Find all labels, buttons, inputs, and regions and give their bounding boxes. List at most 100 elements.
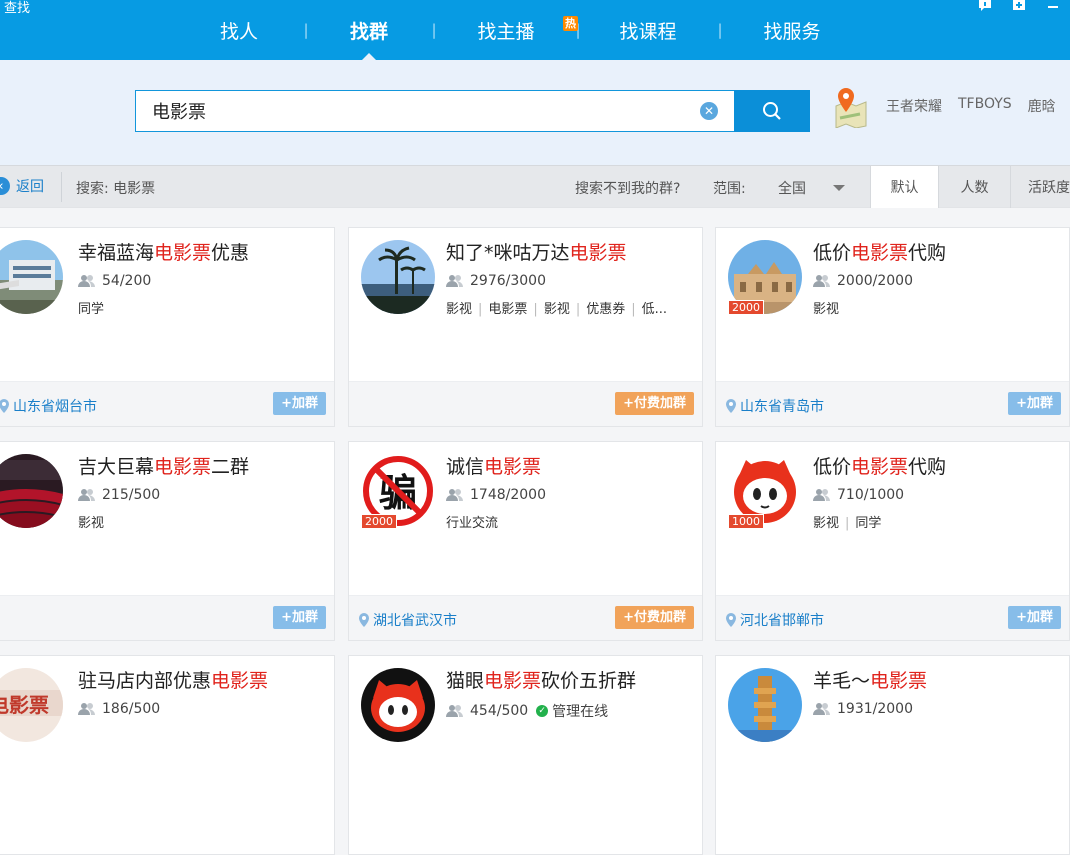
sort-tab-default[interactable]: 默认: [870, 166, 938, 208]
scope-dropdown[interactable]: 全国: [778, 178, 806, 198]
members-icon: [446, 275, 463, 287]
group-name: 低价电影票代购: [813, 456, 947, 478]
group-location: 湖北省武汉市: [359, 610, 457, 630]
join-group-button[interactable]: +加群: [273, 392, 326, 415]
hot-word[interactable]: 王者荣耀: [886, 96, 942, 116]
group-name: 幸福蓝海电影票优惠: [78, 242, 250, 264]
cant-find-link[interactable]: 搜索不到我的群?: [575, 178, 680, 198]
group-name: 低价电影票代购: [813, 242, 947, 264]
tab-divider: |: [303, 21, 309, 39]
level-badge: 1000: [728, 514, 764, 529]
group-card[interactable]: 羊毛～电影票 1931/2000: [715, 655, 1070, 855]
location-pin-icon: [726, 399, 736, 413]
tab-label: 找群: [349, 20, 388, 43]
check-icon: ✓: [536, 705, 549, 717]
group-tags: 同学: [78, 302, 105, 317]
tab-find-services[interactable]: 找服务: [742, 0, 842, 60]
tab-label: 找服务: [763, 20, 821, 43]
admin-online-status: 管理在线: [552, 704, 609, 720]
tab-find-anchors[interactable]: 找主播 热: [454, 0, 578, 60]
hot-word[interactable]: TFBOYS: [958, 96, 1012, 116]
members-icon: [446, 705, 463, 717]
feedback-icon[interactable]: [968, 0, 1002, 14]
scope-label: 范围:: [713, 181, 746, 197]
filter-bar: ‹ 返回 搜索: 电影票 搜索不到我的群? 范围: 全国 默认 人数 活跃度: [0, 165, 1070, 208]
group-name: 吉大巨幕电影票二群: [78, 456, 250, 478]
group-name: 羊毛～电影票: [813, 670, 928, 692]
group-name: 猫眼电影票砍价五折群: [446, 670, 637, 692]
top-bar: 查找 找人 | 找群 | 找主播热 | 找课程 | 找服务: [0, 0, 1070, 60]
back-arrow-icon: ‹: [0, 177, 10, 195]
members-icon: [78, 489, 95, 501]
group-tags: 行业交流: [446, 516, 499, 531]
level-badge: 2000: [361, 514, 397, 529]
member-count: 54/200: [78, 273, 151, 289]
group-card[interactable]: 知了*咪咕万达电影票 2976/3000 影视 | 电影票 | 影视 | 优惠券 | 低... …: [348, 227, 703, 427]
members-icon: [78, 275, 95, 287]
member-count: 2976/3000: [446, 273, 546, 289]
clear-icon[interactable]: ✕: [700, 102, 718, 120]
join-group-button[interactable]: +加群: [1008, 606, 1061, 629]
member-count: 1748/2000: [446, 487, 546, 503]
search-input[interactable]: [152, 91, 692, 131]
tab-label: 找人: [219, 20, 258, 43]
main-tabs: 找人 | 找群 | 找主播热 | 找课程 | 找服务: [190, 0, 842, 60]
back-button[interactable]: ‹ 返回: [0, 176, 44, 196]
group-name: 诚信电影票: [446, 456, 542, 478]
group-card[interactable]: 幸福蓝海电影票优惠 54/200 同学 山东省烟台市 +加群: [0, 227, 335, 427]
search-icon: [763, 102, 781, 120]
svg-text:电影票: 电影票: [0, 693, 49, 717]
group-name: 知了*咪咕万达电影票: [446, 242, 627, 264]
tab-find-groups[interactable]: 找群: [324, 0, 414, 60]
sort-tab-activity[interactable]: 活跃度: [1010, 166, 1070, 208]
group-tags: 影视: [78, 516, 105, 531]
group-card[interactable]: 骗 2000 诚信电影票 1748/2000 行业交流 湖北省武汉市 +付费加群: [348, 441, 703, 641]
group-card[interactable]: 1000 低价电影票代购 710/1000 影视 | 同学 河北省邯郸市 +加群: [715, 441, 1070, 641]
sort-tab-members[interactable]: 人数: [938, 166, 1010, 208]
group-avatar: [361, 668, 435, 742]
group-avatar: [0, 454, 63, 528]
search-box: ✕: [135, 90, 735, 132]
group-location: 河北省邯郸市: [726, 610, 824, 630]
tab-find-courses[interactable]: 找课程: [598, 0, 698, 60]
chevron-down-icon[interactable]: [833, 185, 845, 191]
window-title: 查找: [4, 1, 31, 16]
group-avatar: [728, 668, 802, 742]
paid-join-button[interactable]: +付费加群: [615, 392, 694, 415]
card-footer: 山东省青岛市 +加群: [716, 381, 1069, 426]
tab-label: 找主播: [477, 20, 535, 43]
group-card[interactable]: 吉大巨幕电影票二群 215/500 影视 +加群: [0, 441, 335, 641]
card-footer: +加群: [0, 595, 334, 640]
divider: [61, 172, 62, 202]
group-avatar: [0, 240, 63, 314]
group-location: 山东省青岛市: [726, 396, 824, 416]
search-summary: 搜索: 电影票: [76, 181, 156, 197]
add-window-icon[interactable]: [1002, 0, 1036, 14]
members-icon: [446, 489, 463, 501]
members-icon: [813, 703, 830, 715]
minimize-icon[interactable]: [1036, 0, 1070, 14]
group-location: 山东省烟台市: [0, 396, 97, 416]
level-badge: 2000: [728, 300, 764, 315]
group-name: 驻马店内部优惠电影票: [78, 670, 269, 692]
back-label: 返回: [16, 179, 44, 195]
map-location-icon[interactable]: [832, 84, 868, 129]
tab-find-people[interactable]: 找人: [190, 0, 288, 60]
join-group-button[interactable]: +加群: [1008, 392, 1061, 415]
paid-join-button[interactable]: +付费加群: [615, 606, 694, 629]
card-footer: 河北省邯郸市 +加群: [716, 595, 1069, 640]
members-icon: [813, 489, 830, 501]
group-card[interactable]: 2000 低价电影票代购 2000/2000 影视 山东省青岛市 +加群: [715, 227, 1070, 427]
location-pin-icon: [0, 399, 9, 413]
members-icon: [813, 275, 830, 287]
group-tags: 影视: [813, 302, 840, 317]
group-tags: 影视 | 同学: [813, 516, 882, 531]
search-button[interactable]: [734, 90, 810, 132]
tab-divider: |: [431, 21, 437, 39]
group-card[interactable]: 电影票 驻马店内部优惠电影票 186/500: [0, 655, 335, 855]
card-footer: 山东省烟台市 +加群: [0, 381, 334, 426]
group-card[interactable]: 猫眼电影票砍价五折群 454/500 ✓ 管理在线: [348, 655, 703, 855]
hot-word[interactable]: 鹿晗: [1028, 96, 1056, 116]
window-controls: [968, 0, 1070, 14]
join-group-button[interactable]: +加群: [273, 606, 326, 629]
